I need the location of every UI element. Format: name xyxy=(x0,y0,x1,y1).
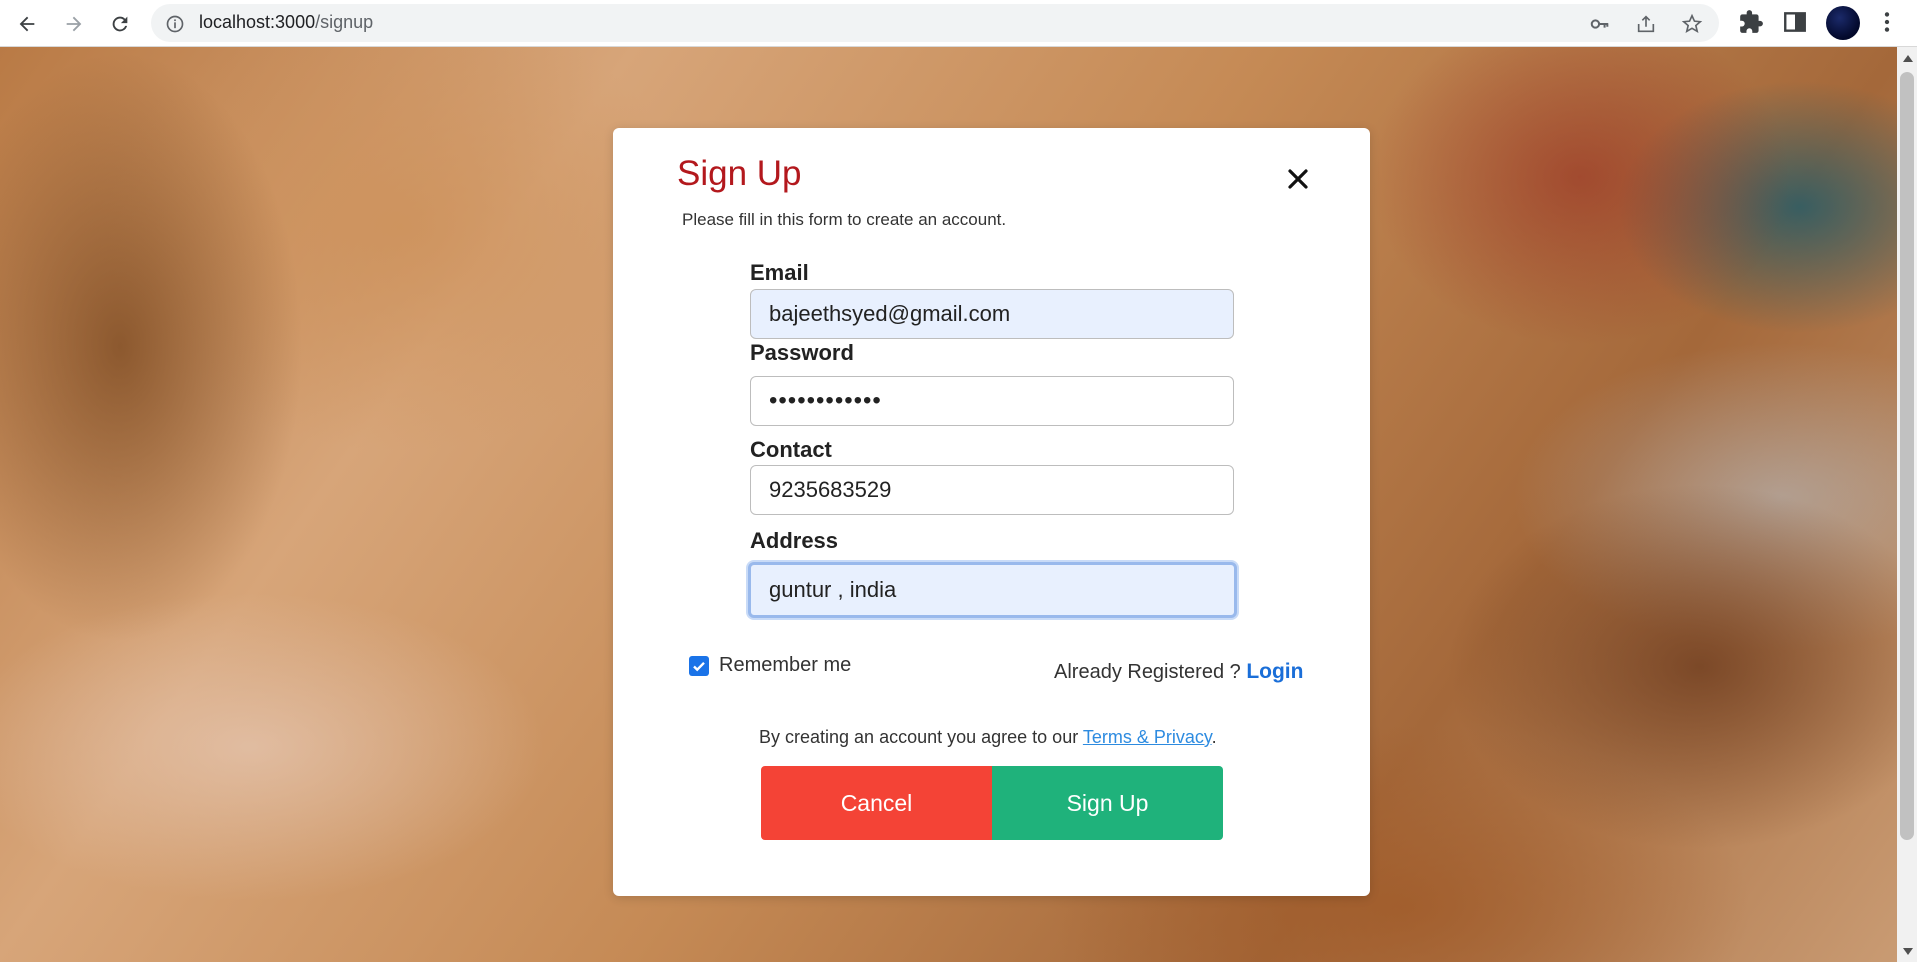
remember-me[interactable]: Remember me xyxy=(689,654,851,677)
email-label: Email xyxy=(750,260,809,285)
forward-button[interactable] xyxy=(56,6,92,42)
terms-notice: By creating an account you agree to our … xyxy=(759,727,1217,748)
remember-checkbox[interactable] xyxy=(689,655,709,676)
form-subtitle: Please fill in this form to create an ac… xyxy=(682,210,1007,229)
url-text: localhost:3000/signup xyxy=(199,12,373,33)
scrollbar-thumb[interactable] xyxy=(1900,72,1914,840)
profile-avatar[interactable] xyxy=(1826,6,1860,40)
browser-toolbar: localhost:3000/signup xyxy=(0,0,1917,47)
extensions-puzzle-icon[interactable] xyxy=(1738,9,1764,35)
password-field[interactable] xyxy=(750,376,1234,426)
reload-button[interactable] xyxy=(102,6,138,42)
close-icon xyxy=(1288,169,1308,189)
terms-end: . xyxy=(1211,727,1217,747)
back-arrow-icon xyxy=(19,16,35,32)
password-label: Password xyxy=(750,340,854,365)
address-label: Address xyxy=(750,528,839,553)
cancel-button[interactable]: Cancel xyxy=(761,766,992,840)
close-button[interactable] xyxy=(1283,164,1313,194)
url-host: localhost:3000 xyxy=(199,12,316,32)
already-text: Already Registered ? xyxy=(1054,661,1247,683)
scroll-up-arrow-icon[interactable] xyxy=(1903,55,1913,62)
scroll-down-arrow-icon[interactable] xyxy=(1903,948,1913,955)
address-bar[interactable]: localhost:3000/signup xyxy=(151,4,1719,42)
key-icon[interactable] xyxy=(1589,13,1611,35)
reload-icon xyxy=(112,16,128,32)
contact-label: Contact xyxy=(750,437,832,462)
already-registered: Already Registered ? Login xyxy=(1054,660,1303,684)
back-button[interactable] xyxy=(9,6,45,42)
signup-button[interactable]: Sign Up xyxy=(992,766,1223,840)
check-icon xyxy=(693,661,705,671)
address-field[interactable] xyxy=(748,562,1237,618)
signup-modal: Sign Up Please fill in this form to crea… xyxy=(613,128,1370,896)
remember-label: Remember me xyxy=(719,654,852,676)
contact-field[interactable] xyxy=(750,465,1234,515)
terms-text: By creating an account you agree to our xyxy=(759,727,1083,747)
info-icon[interactable] xyxy=(165,14,185,34)
email-field[interactable] xyxy=(750,289,1234,339)
share-icon[interactable] xyxy=(1635,13,1657,35)
login-link[interactable]: Login xyxy=(1246,660,1303,683)
url-path: /signup xyxy=(315,12,374,32)
modal-title: Sign Up xyxy=(677,154,802,193)
forward-arrow-icon xyxy=(66,16,82,32)
bookmark-star-icon[interactable] xyxy=(1681,13,1703,35)
more-menu-icon[interactable] xyxy=(1874,9,1900,35)
terms-privacy-link[interactable]: Terms & Privacy xyxy=(1083,727,1212,747)
side-panel-icon[interactable] xyxy=(1782,9,1808,35)
